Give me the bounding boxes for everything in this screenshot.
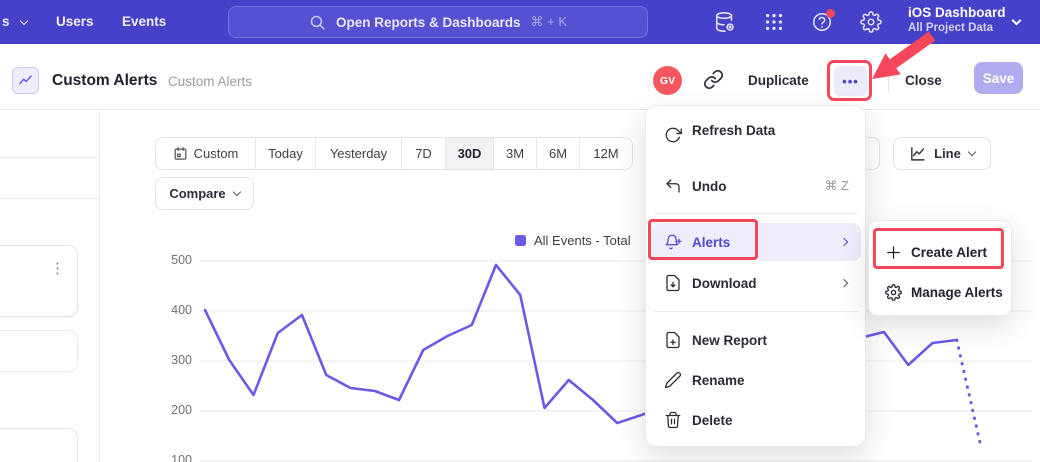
app-screen: s Users Events Open Reports & Dashboards… xyxy=(0,0,1040,462)
gear-icon xyxy=(885,284,902,301)
chevron-down-icon xyxy=(232,188,240,196)
date-segment-3m[interactable]: 3M xyxy=(494,138,537,169)
page-title: Custom Alerts xyxy=(52,72,157,90)
submenu-item-create-alert[interactable]: Create Alert xyxy=(875,233,1007,271)
notification-dot xyxy=(826,9,835,18)
undo-icon xyxy=(664,177,682,195)
project-name: iOS Dashboard xyxy=(908,5,1006,20)
date-segment-12m[interactable]: 12M xyxy=(580,138,632,169)
compare-button[interactable]: Compare xyxy=(155,177,254,210)
menu-item-label: Undo xyxy=(692,179,727,194)
sidebar-divider xyxy=(0,198,99,199)
duplicate-button[interactable]: Duplicate xyxy=(748,73,809,88)
trash-icon xyxy=(664,411,682,429)
project-selector[interactable]: iOS Dashboard All Project Data xyxy=(908,5,1006,34)
search-placeholder: Open Reports & Dashboards xyxy=(336,15,521,30)
more-options-button[interactable]: ••• xyxy=(834,66,867,96)
copy-link-icon[interactable] xyxy=(703,69,724,95)
plus-icon xyxy=(885,244,902,261)
undo-shortcut: ⌘ Z xyxy=(824,178,849,194)
legend-swatch xyxy=(515,235,526,246)
y-tick-label: 500 xyxy=(158,253,192,267)
alert-bell-icon xyxy=(664,233,682,251)
help-icon[interactable] xyxy=(811,11,833,33)
header-vertical-divider xyxy=(888,70,889,92)
date-segment-7d[interactable]: 7D xyxy=(402,138,446,169)
menu-item-label: Alerts xyxy=(692,235,730,250)
date-segment-custom[interactable]: Custom xyxy=(156,138,256,169)
chevron-down-icon xyxy=(968,148,976,156)
menu-item-label: New Report xyxy=(692,333,767,348)
submenu-item-label: Manage Alerts xyxy=(911,285,1003,300)
submenu-item-label: Create Alert xyxy=(911,245,987,260)
settings-gear-icon[interactable] xyxy=(860,11,882,33)
apps-grid-icon[interactable] xyxy=(763,11,785,33)
date-segment-6m[interactable]: 6M xyxy=(537,138,580,169)
submenu-chevron-icon xyxy=(840,279,848,287)
y-tick-label: 400 xyxy=(158,303,192,317)
more-options-menu: Refresh Data Data from 1 min ago Undo ⌘ … xyxy=(645,105,866,447)
menu-item-alerts[interactable]: Alerts xyxy=(652,223,861,261)
date-segment-30d-selected[interactable]: 30D xyxy=(446,138,494,169)
nav-item-events[interactable]: Events xyxy=(122,14,166,29)
menu-item-rename[interactable]: Rename xyxy=(652,361,861,399)
submenu-chevron-icon xyxy=(840,238,848,246)
chart-type-button[interactable]: Line xyxy=(893,137,991,170)
menu-item-download[interactable]: Download xyxy=(652,264,861,302)
project-subtitle: All Project Data xyxy=(908,22,1006,34)
chart-legend: All Events - Total xyxy=(515,233,631,248)
menu-item-label: Download xyxy=(692,276,757,291)
date-segment-today[interactable]: Today xyxy=(256,138,316,169)
y-tick-label: 100 xyxy=(158,453,192,462)
nav-item-truncated[interactable]: s xyxy=(2,14,27,29)
refresh-icon xyxy=(664,126,682,144)
chevron-down-icon xyxy=(20,17,28,25)
sidebar-card[interactable] xyxy=(0,245,78,317)
sidebar-border xyxy=(99,110,100,462)
alerts-submenu: Create Alert Manage Alerts xyxy=(868,220,1012,316)
menu-item-label: Delete xyxy=(692,413,733,428)
search-icon xyxy=(309,14,326,31)
top-nav: s Users Events Open Reports & Dashboards… xyxy=(0,0,1040,44)
data-management-icon[interactable] xyxy=(714,11,736,33)
menu-item-refresh-data[interactable]: Refresh Data xyxy=(652,118,861,164)
new-report-icon xyxy=(664,331,682,349)
save-button[interactable]: Save xyxy=(974,62,1023,94)
chart-type-label: Line xyxy=(934,146,961,161)
header-divider xyxy=(0,109,1040,110)
calendar-icon xyxy=(173,146,188,161)
pencil-icon xyxy=(664,371,682,389)
legend-label: All Events - Total xyxy=(534,233,631,248)
project-chevron-down-icon xyxy=(1012,16,1022,26)
submenu-item-manage-alerts[interactable]: Manage Alerts xyxy=(875,273,1007,311)
line-chart-icon xyxy=(909,145,926,162)
card-kebab-icon[interactable]: ⋮ xyxy=(50,259,65,277)
sidebar-card[interactable] xyxy=(0,330,78,372)
menu-item-new-report[interactable]: New Report xyxy=(652,321,861,359)
search-shortcut: ⌘ + K xyxy=(531,14,568,30)
menu-item-delete[interactable]: Delete xyxy=(652,401,861,439)
report-icon xyxy=(12,67,39,94)
y-tick-label: 200 xyxy=(158,403,192,417)
date-range-control: Custom Today Yesterday 7D 30D 3M 6M 12M xyxy=(155,137,633,170)
avatar[interactable]: GV xyxy=(653,66,682,95)
download-icon xyxy=(664,274,682,292)
breadcrumb[interactable]: Custom Alerts xyxy=(168,74,252,89)
menu-divider xyxy=(654,311,859,312)
y-tick-label: 300 xyxy=(158,353,192,367)
date-segment-yesterday[interactable]: Yesterday xyxy=(316,138,402,169)
menu-item-label: Refresh Data xyxy=(692,123,775,138)
nav-item-truncated-label: s xyxy=(2,14,10,29)
menu-item-label: Rename xyxy=(692,373,745,388)
close-button[interactable]: Close xyxy=(905,73,942,88)
sidebar-card[interactable] xyxy=(0,428,78,462)
compare-label: Compare xyxy=(169,186,225,201)
sidebar-divider xyxy=(0,157,99,158)
menu-divider xyxy=(654,213,859,214)
menu-item-undo[interactable]: Undo ⌘ Z xyxy=(652,167,861,205)
nav-item-users[interactable]: Users xyxy=(56,14,94,29)
search-bar[interactable]: Open Reports & Dashboards ⌘ + K xyxy=(228,6,648,38)
date-segment-label: Custom xyxy=(194,146,239,161)
